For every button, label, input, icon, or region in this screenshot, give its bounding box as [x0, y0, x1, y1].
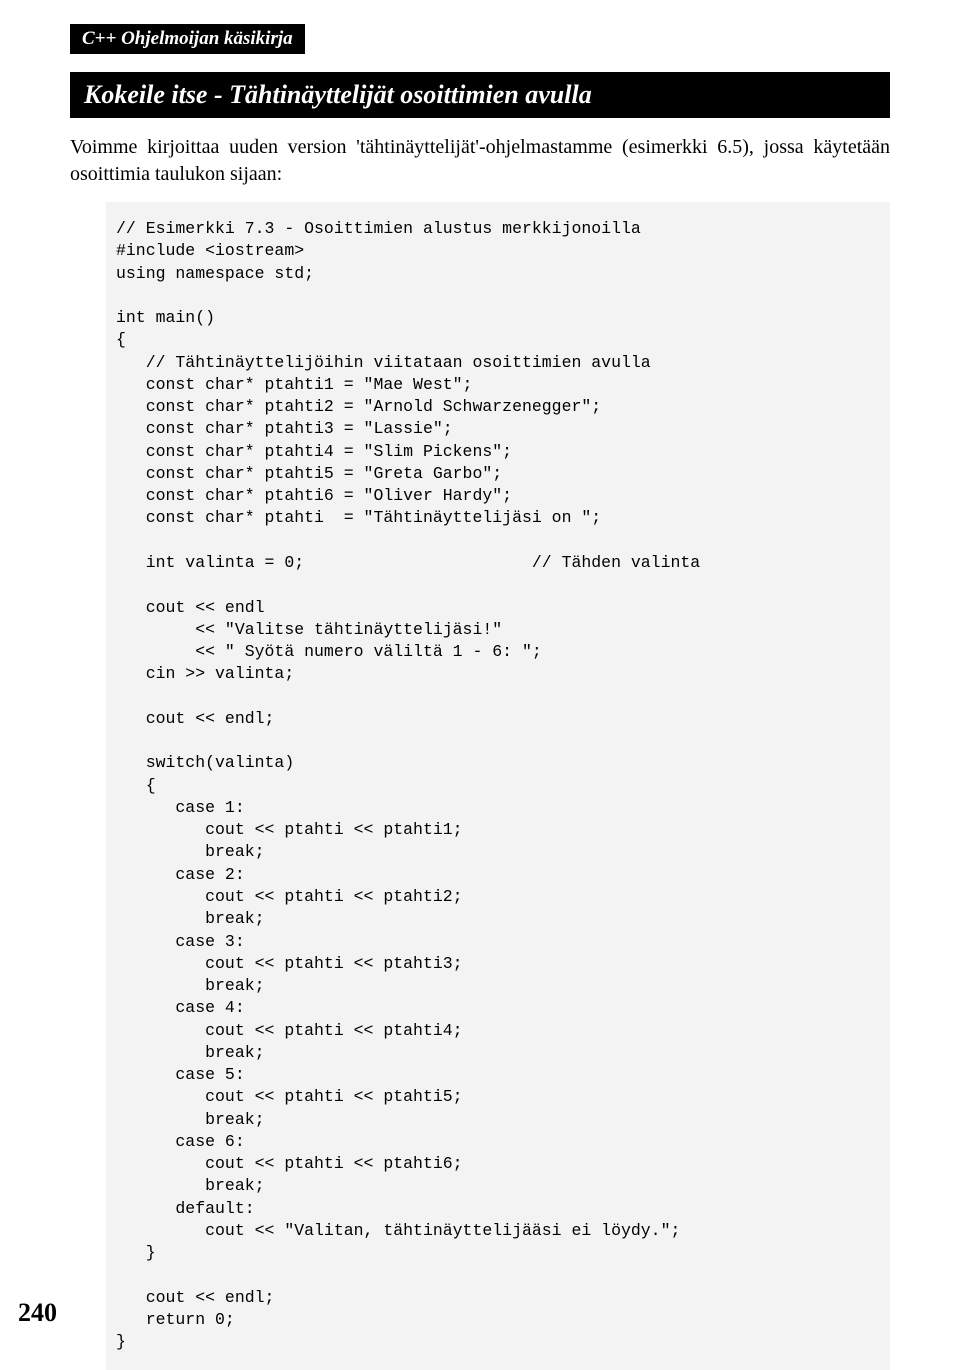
section-title: Kokeile itse - Tähtinäyttelijät osoittim…: [70, 72, 890, 118]
intro-paragraph: Voimme kirjoittaa uuden version 'tähtinä…: [70, 134, 890, 188]
page-number: 240: [18, 1298, 57, 1328]
code-block: // Esimerkki 7.3 - Osoittimien alustus m…: [106, 202, 890, 1370]
book-label: C++ Ohjelmoijan käsikirja: [70, 24, 305, 54]
